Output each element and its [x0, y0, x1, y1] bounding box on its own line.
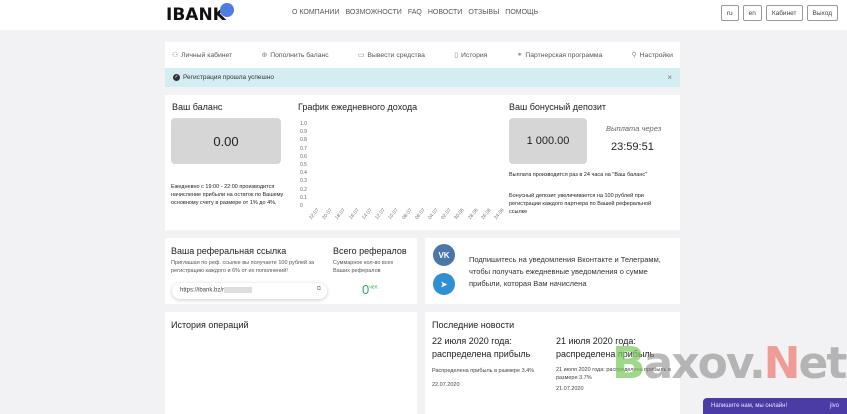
- copy-icon[interactable]: ⧉: [317, 286, 321, 293]
- referral-card: Ваша реферальная ссылка Приглашая по реф…: [165, 238, 417, 304]
- bonus-note-2: Бонусный депозит увеличивается на 100 ру…: [509, 193, 652, 215]
- plus-circle-icon: ⊕: [261, 52, 268, 59]
- lang-ru-button[interactable]: ru: [720, 5, 739, 21]
- watermark: Baxov.Net: [612, 338, 847, 389]
- logout-button[interactable]: Выход: [806, 5, 838, 21]
- x-tick-label: 16.07: [347, 207, 361, 221]
- cabinet-button[interactable]: Кабинет: [765, 5, 803, 21]
- history-title: История операций: [171, 320, 249, 330]
- payout-timer: 23:59:51: [611, 141, 654, 153]
- x-tick-label: 28.06: [466, 207, 480, 221]
- x-tick-label: 02.07: [440, 207, 453, 221]
- bonus-value: 1 000.00: [509, 118, 587, 164]
- y-tick-label: 0: [300, 203, 303, 209]
- referral-title: Ваша реферальная ссылка: [171, 246, 287, 256]
- lang-en-button[interactable]: en: [742, 5, 762, 21]
- balance-note: Ежедневно с 19:00 - 22:00 производится н…: [171, 184, 284, 206]
- chart-title: График ежедневного дохода: [298, 102, 418, 112]
- wrench-icon: ⚲: [631, 52, 637, 59]
- subscribe-card: VK ➤ Подпишитесь на уведомления Вконтакт…: [425, 238, 680, 304]
- menu-cabinet[interactable]: ⚇ Личный кабинет: [172, 51, 232, 59]
- menu-history[interactable]: ▯ История: [454, 51, 487, 59]
- bonus-note-1: Выплата производится раз в 24 часа на "В…: [509, 172, 648, 178]
- success-alert: ✓ Регистрация прошла успешно ×: [165, 68, 680, 87]
- y-tick-label: 0.9: [300, 129, 307, 136]
- chat-widget[interactable]: Напишите нам, мы онлайн! jivo: [703, 398, 847, 414]
- nav-about[interactable]: О КОМПАНИИ: [292, 9, 339, 16]
- referral-desc: Приглашая по реф. ссылке вы получаете 10…: [171, 260, 315, 274]
- telegram-icon[interactable]: ➤: [433, 273, 455, 295]
- referral-total-value: 0чел.: [362, 282, 379, 297]
- history-card: История операций: [165, 312, 417, 414]
- x-tick-label: 22.07: [308, 207, 321, 221]
- nav-faq[interactable]: FAQ: [408, 9, 422, 16]
- nav-reviews[interactable]: ОТЗЫВЫ: [468, 9, 499, 16]
- y-tick-label: 0.3: [300, 178, 307, 185]
- x-tick-label: 04.07: [426, 207, 440, 221]
- jivo-logo: jivo: [829, 403, 839, 409]
- x-tick-label: 06.07: [413, 207, 427, 221]
- bonus-title: Ваш бонусный депозит: [509, 102, 607, 112]
- income-chart: 0 0.1 0.2 0.3 0.4 0.5 0.6 0.7 0.8 0.9 1.0 22.07 20.0…: [300, 121, 506, 226]
- x-tick-label: 18.07: [334, 207, 348, 221]
- vk-icon[interactable]: VK: [433, 244, 455, 266]
- referral-link-input[interactable]: https://ibank.bz/r ⧉: [172, 283, 327, 299]
- menu-settings[interactable]: ⚲ Настройки: [632, 51, 673, 59]
- y-tick-label: 0.8: [300, 137, 307, 144]
- y-tick-label: 0.1: [300, 194, 307, 201]
- close-icon[interactable]: ×: [667, 73, 672, 82]
- logo-dot: [220, 3, 234, 17]
- alert-text: Регистрация прошла успешно: [183, 74, 274, 81]
- balance-title: Ваш баланс: [172, 102, 223, 112]
- wallet-icon: ▭: [357, 52, 365, 59]
- y-tick-label: 0.2: [300, 186, 307, 193]
- x-tick-label: 08.07: [400, 207, 414, 221]
- redacted-id: [224, 287, 253, 293]
- referral-total-desc: Суммарное кол-во всех Ваших рефералов: [333, 260, 394, 274]
- y-tick-label: 0.4: [300, 170, 307, 177]
- payout-label: Выплата через: [606, 124, 662, 133]
- header: IBANK О КОМПАНИИ ВОЗМОЖНОСТИ FAQ НОВОСТИ…: [0, 0, 847, 30]
- balance-value: 0.00: [171, 118, 281, 164]
- menu-deposit[interactable]: ⊕ Пополнить баланс: [262, 51, 329, 59]
- news-title: Последние новости: [432, 320, 515, 330]
- referral-total-title: Всего рефералов: [333, 246, 407, 256]
- menu-withdraw[interactable]: ▭ Вывести средства: [358, 51, 425, 59]
- y-tick-label: 0.7: [300, 145, 307, 152]
- menu-partner[interactable]: ⚭ Партнерская программа: [517, 51, 603, 59]
- x-tick-label: 14.07: [360, 207, 374, 221]
- y-tick-label: 0.5: [300, 162, 307, 168]
- x-tick-label: 10.07: [387, 207, 400, 221]
- history-icon: ▯: [454, 52, 458, 59]
- handshake-icon: ⚭: [516, 52, 523, 59]
- balance-card: Ваш баланс 0.00 Ежедневно с 19:00 - 22:0…: [165, 95, 680, 230]
- y-tick-label: 1.0: [300, 121, 307, 127]
- x-tick-label: 20.07: [321, 207, 334, 221]
- nav-help[interactable]: ПОМОЩЬ: [505, 9, 538, 16]
- user-icon: ⚇: [172, 52, 179, 59]
- x-tick-label: 30.06: [453, 207, 466, 221]
- account-menu: ⚇ Личный кабинет ⊕ Пополнить баланс ▭ Вывес…: [165, 42, 680, 68]
- news-item[interactable]: 22 июля 2020 года: распределена прибыль …: [432, 335, 550, 389]
- y-tick-label: 0.6: [300, 153, 307, 160]
- x-tick-label: 24.06: [493, 207, 506, 221]
- x-tick-label: 12.07: [374, 207, 387, 221]
- nav-news[interactable]: НОВОСТИ: [428, 9, 463, 16]
- logo[interactable]: IBANK: [166, 5, 226, 25]
- check-circle-icon: ✓: [173, 74, 180, 81]
- top-nav: О КОМПАНИИ ВОЗМОЖНОСТИ FAQ НОВОСТИ ОТЗЫВ…: [292, 9, 538, 16]
- nav-features[interactable]: ВОЗМОЖНОСТИ: [345, 9, 401, 16]
- x-tick-label: 26.06: [479, 207, 493, 221]
- subscribe-text: Подпишитесь на уведомления Вконтакте и Т…: [469, 255, 661, 288]
